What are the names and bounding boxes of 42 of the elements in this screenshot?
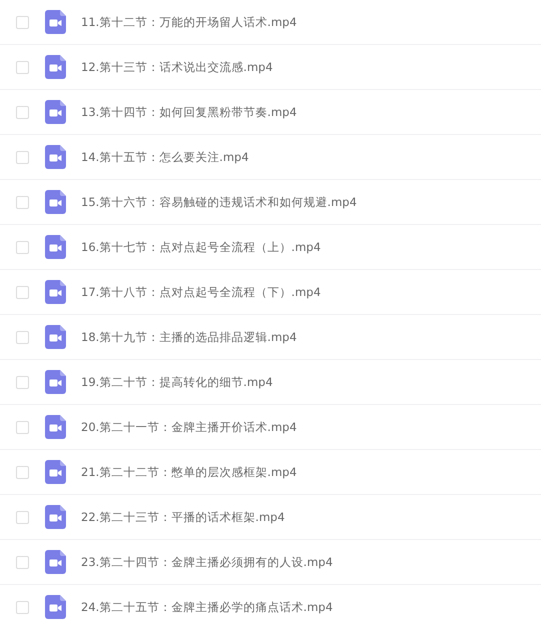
checkbox[interactable] — [16, 376, 29, 388]
video-file-icon — [45, 235, 66, 259]
video-file-icon — [45, 325, 66, 349]
file-name[interactable]: 12.第十三节：话术说出交流感.mp4 — [81, 60, 273, 74]
checkbox[interactable] — [16, 556, 29, 568]
checkbox[interactable] — [16, 286, 29, 298]
video-file-icon — [45, 460, 66, 484]
video-file-icon — [45, 10, 66, 34]
checkbox[interactable] — [16, 150, 29, 164]
file-name[interactable]: 15.第十六节：容易触碰的违规话术和如何规避.mp4 — [81, 194, 357, 210]
file-name[interactable]: 21.第二十二节：憋单的层次感框架.mp4 — [81, 464, 297, 480]
checkbox[interactable] — [16, 420, 29, 434]
checkbox[interactable] — [16, 16, 29, 28]
video-file-icon — [45, 145, 66, 169]
video-file-icon — [45, 505, 66, 529]
checkbox[interactable] — [16, 466, 29, 478]
checkbox[interactable] — [16, 196, 29, 208]
file-name[interactable]: 22.第二十三节：平播的话术框架.mp4 — [81, 510, 285, 524]
video-file-icon — [45, 190, 66, 214]
file-name[interactable]: 14.第十五节：怎么要关注.mp4 — [81, 150, 249, 164]
checkbox[interactable] — [16, 600, 29, 614]
file-name[interactable]: 17.第十八节：点对点起号全流程（下）.mp4 — [81, 284, 321, 300]
checkbox[interactable] — [16, 510, 29, 524]
checkbox[interactable] — [16, 330, 29, 344]
file-name[interactable]: 23.第二十四节：金牌主播必须拥有的人设.mp4 — [81, 554, 333, 570]
video-file-icon — [45, 595, 66, 619]
checkbox[interactable] — [16, 60, 29, 74]
file-name[interactable]: 19.第二十节：提高转化的细节.mp4 — [81, 374, 273, 390]
file-name[interactable]: 11.第十二节：万能的开场留人话术.mp4 — [81, 14, 297, 30]
file-name[interactable]: 24.第二十五节：金牌主播必学的痛点话术.mp4 — [81, 600, 333, 614]
video-file-icon — [45, 55, 66, 79]
video-file-icon — [45, 415, 66, 439]
checkbox[interactable] — [16, 106, 29, 118]
file-name[interactable]: 13.第十四节：如何回复黑粉带节奏.mp4 — [81, 104, 297, 120]
video-file-icon — [45, 370, 66, 394]
video-file-icon — [45, 280, 66, 304]
video-file-icon — [45, 100, 66, 124]
checkbox[interactable] — [16, 240, 29, 254]
file-name[interactable]: 18.第十九节：主播的选品排品逻辑.mp4 — [81, 330, 297, 344]
file-name[interactable]: 20.第二十一节：金牌主播开价话术.mp4 — [81, 420, 297, 434]
video-file-icon — [45, 550, 66, 574]
file-name[interactable]: 16.第十七节：点对点起号全流程（上）.mp4 — [81, 240, 321, 254]
